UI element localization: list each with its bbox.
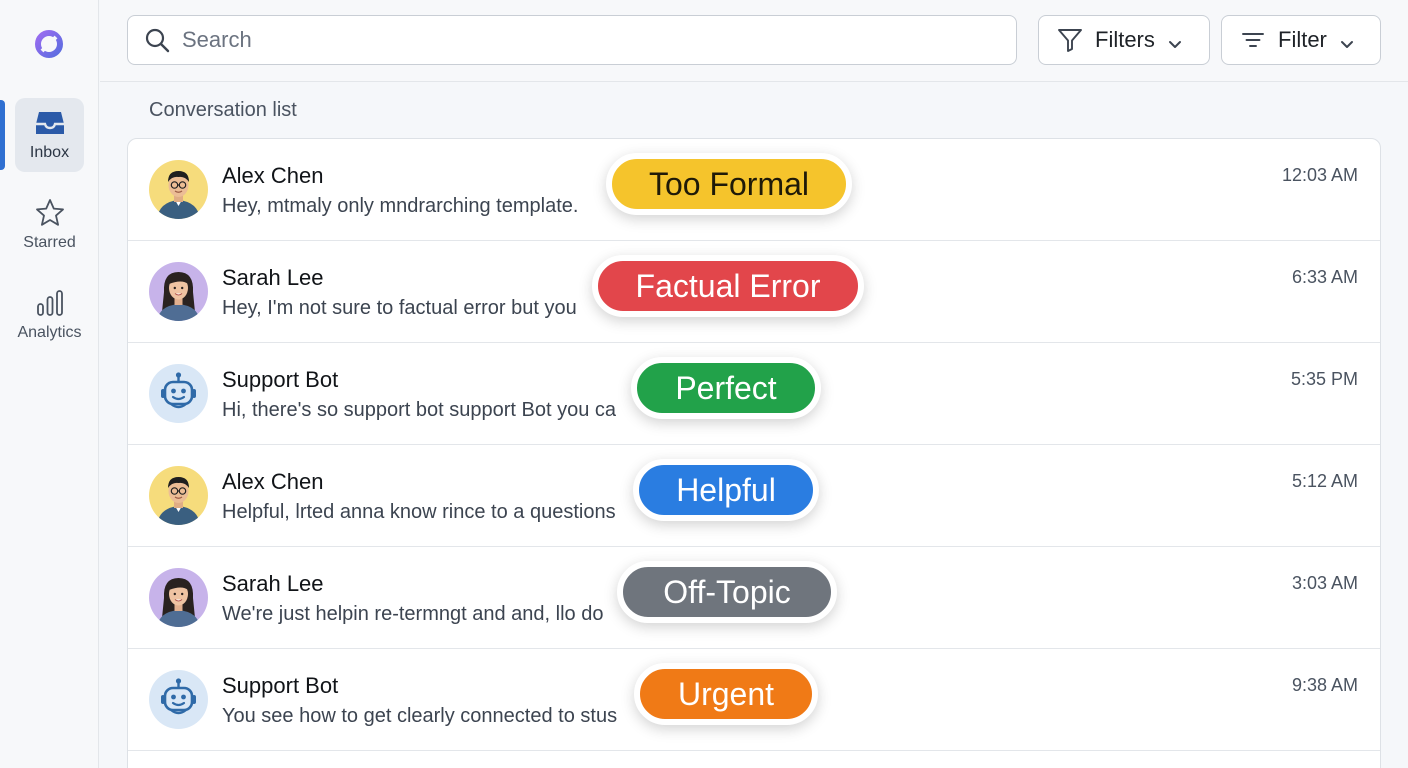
filter-lines-icon	[1240, 27, 1266, 53]
sender-name: Alex Chen	[222, 163, 324, 188]
label-tag[interactable]: Helpful	[633, 459, 819, 521]
timestamp: 5:12 AM	[1291, 471, 1358, 491]
conversation-row[interactable]: Alex Chen Hey, mtmaly only mndrarching te…	[128, 139, 1380, 241]
conversation-row[interactable]: Support Bot You see how to get clearly co…	[128, 649, 1380, 751]
sidebar-item-starred[interactable]: Starred	[0, 196, 99, 252]
bar-chart-icon	[33, 286, 67, 320]
active-indicator	[0, 100, 5, 170]
sidebar-item-label: Analytics	[17, 324, 82, 341]
timestamp: 12:03 AM	[1281, 165, 1358, 185]
timestamp: 3:03 AM	[1291, 573, 1358, 593]
search-input[interactable]	[182, 27, 1002, 53]
avatar	[149, 160, 208, 219]
chevron-down-icon	[1339, 32, 1355, 48]
message-preview: We're just helpin re-termngt and and, ll…	[222, 603, 604, 625]
filters-button-label: Filters	[1095, 27, 1155, 52]
search-box[interactable]	[127, 15, 1017, 65]
conversation-list: Alex Chen Hey, mtmaly only mndrarching te…	[127, 138, 1381, 768]
conversation-row[interactable]: Support Bot Hi, there's so support bot su…	[128, 343, 1380, 445]
inbox-icon	[33, 106, 67, 140]
filter-button-label: Filter	[1278, 27, 1327, 52]
timestamp: 5:35 PM	[1290, 369, 1358, 389]
avatar	[149, 568, 208, 627]
message-preview: Hey, mtmaly only mndrarching template.	[222, 195, 579, 217]
section-title: Conversation list	[149, 99, 297, 121]
avatar	[149, 262, 208, 321]
message-preview: Hey, I'm not sure to factual error but y…	[222, 297, 577, 319]
filters-button[interactable]: Filters	[1038, 15, 1210, 65]
message-preview: You see how to get clearly connected to …	[222, 705, 618, 727]
label-tag[interactable]: Factual Error	[592, 255, 864, 317]
label-tag[interactable]: Off-Topic	[617, 561, 837, 623]
bot-avatar	[149, 364, 208, 423]
sender-name: Alex Chen	[222, 469, 324, 494]
star-icon	[33, 196, 67, 230]
sender-name: Sarah Lee	[222, 265, 324, 290]
app-logo-icon[interactable]	[33, 28, 65, 60]
sidebar: Inbox Starred Analytics	[0, 0, 99, 768]
conversation-row[interactable]: Sarah Lee Hey, I'm not sure to factual er…	[128, 241, 1380, 343]
timestamp: 9:38 AM	[1291, 675, 1358, 695]
funnel-icon	[1057, 27, 1083, 53]
conversation-row[interactable]: Alex Chen Helpful, lrted anna know rince …	[128, 445, 1380, 547]
message-preview: Hi, there's so support bot support Bot y…	[222, 399, 617, 421]
label-tag[interactable]: Too Formal	[606, 153, 852, 215]
filter-button[interactable]: Filter	[1221, 15, 1381, 65]
label-tag[interactable]: Urgent	[634, 663, 818, 725]
sidebar-item-inbox[interactable]: Inbox	[0, 98, 99, 172]
top-bar: Filters Filter	[100, 0, 1408, 82]
bot-avatar	[149, 670, 208, 729]
sidebar-item-label: Starred	[23, 234, 76, 251]
message-preview: Helpful, lrted anna know rince to a ques…	[222, 501, 616, 523]
sender-name: Support Bot	[222, 367, 339, 392]
sender-name: Support Bot	[222, 673, 339, 698]
chevron-down-icon	[1167, 32, 1183, 48]
search-icon	[144, 27, 170, 53]
sender-name: Sarah Lee	[222, 571, 324, 596]
sidebar-item-analytics[interactable]: Analytics	[0, 286, 99, 342]
conversation-row[interactable]: Sarah Lee We're just helpin re-termngt an…	[128, 547, 1380, 649]
label-tag[interactable]: Perfect	[631, 357, 821, 419]
timestamp: 6:33 AM	[1291, 267, 1358, 287]
avatar	[149, 466, 208, 525]
sidebar-item-label: Inbox	[29, 144, 70, 161]
